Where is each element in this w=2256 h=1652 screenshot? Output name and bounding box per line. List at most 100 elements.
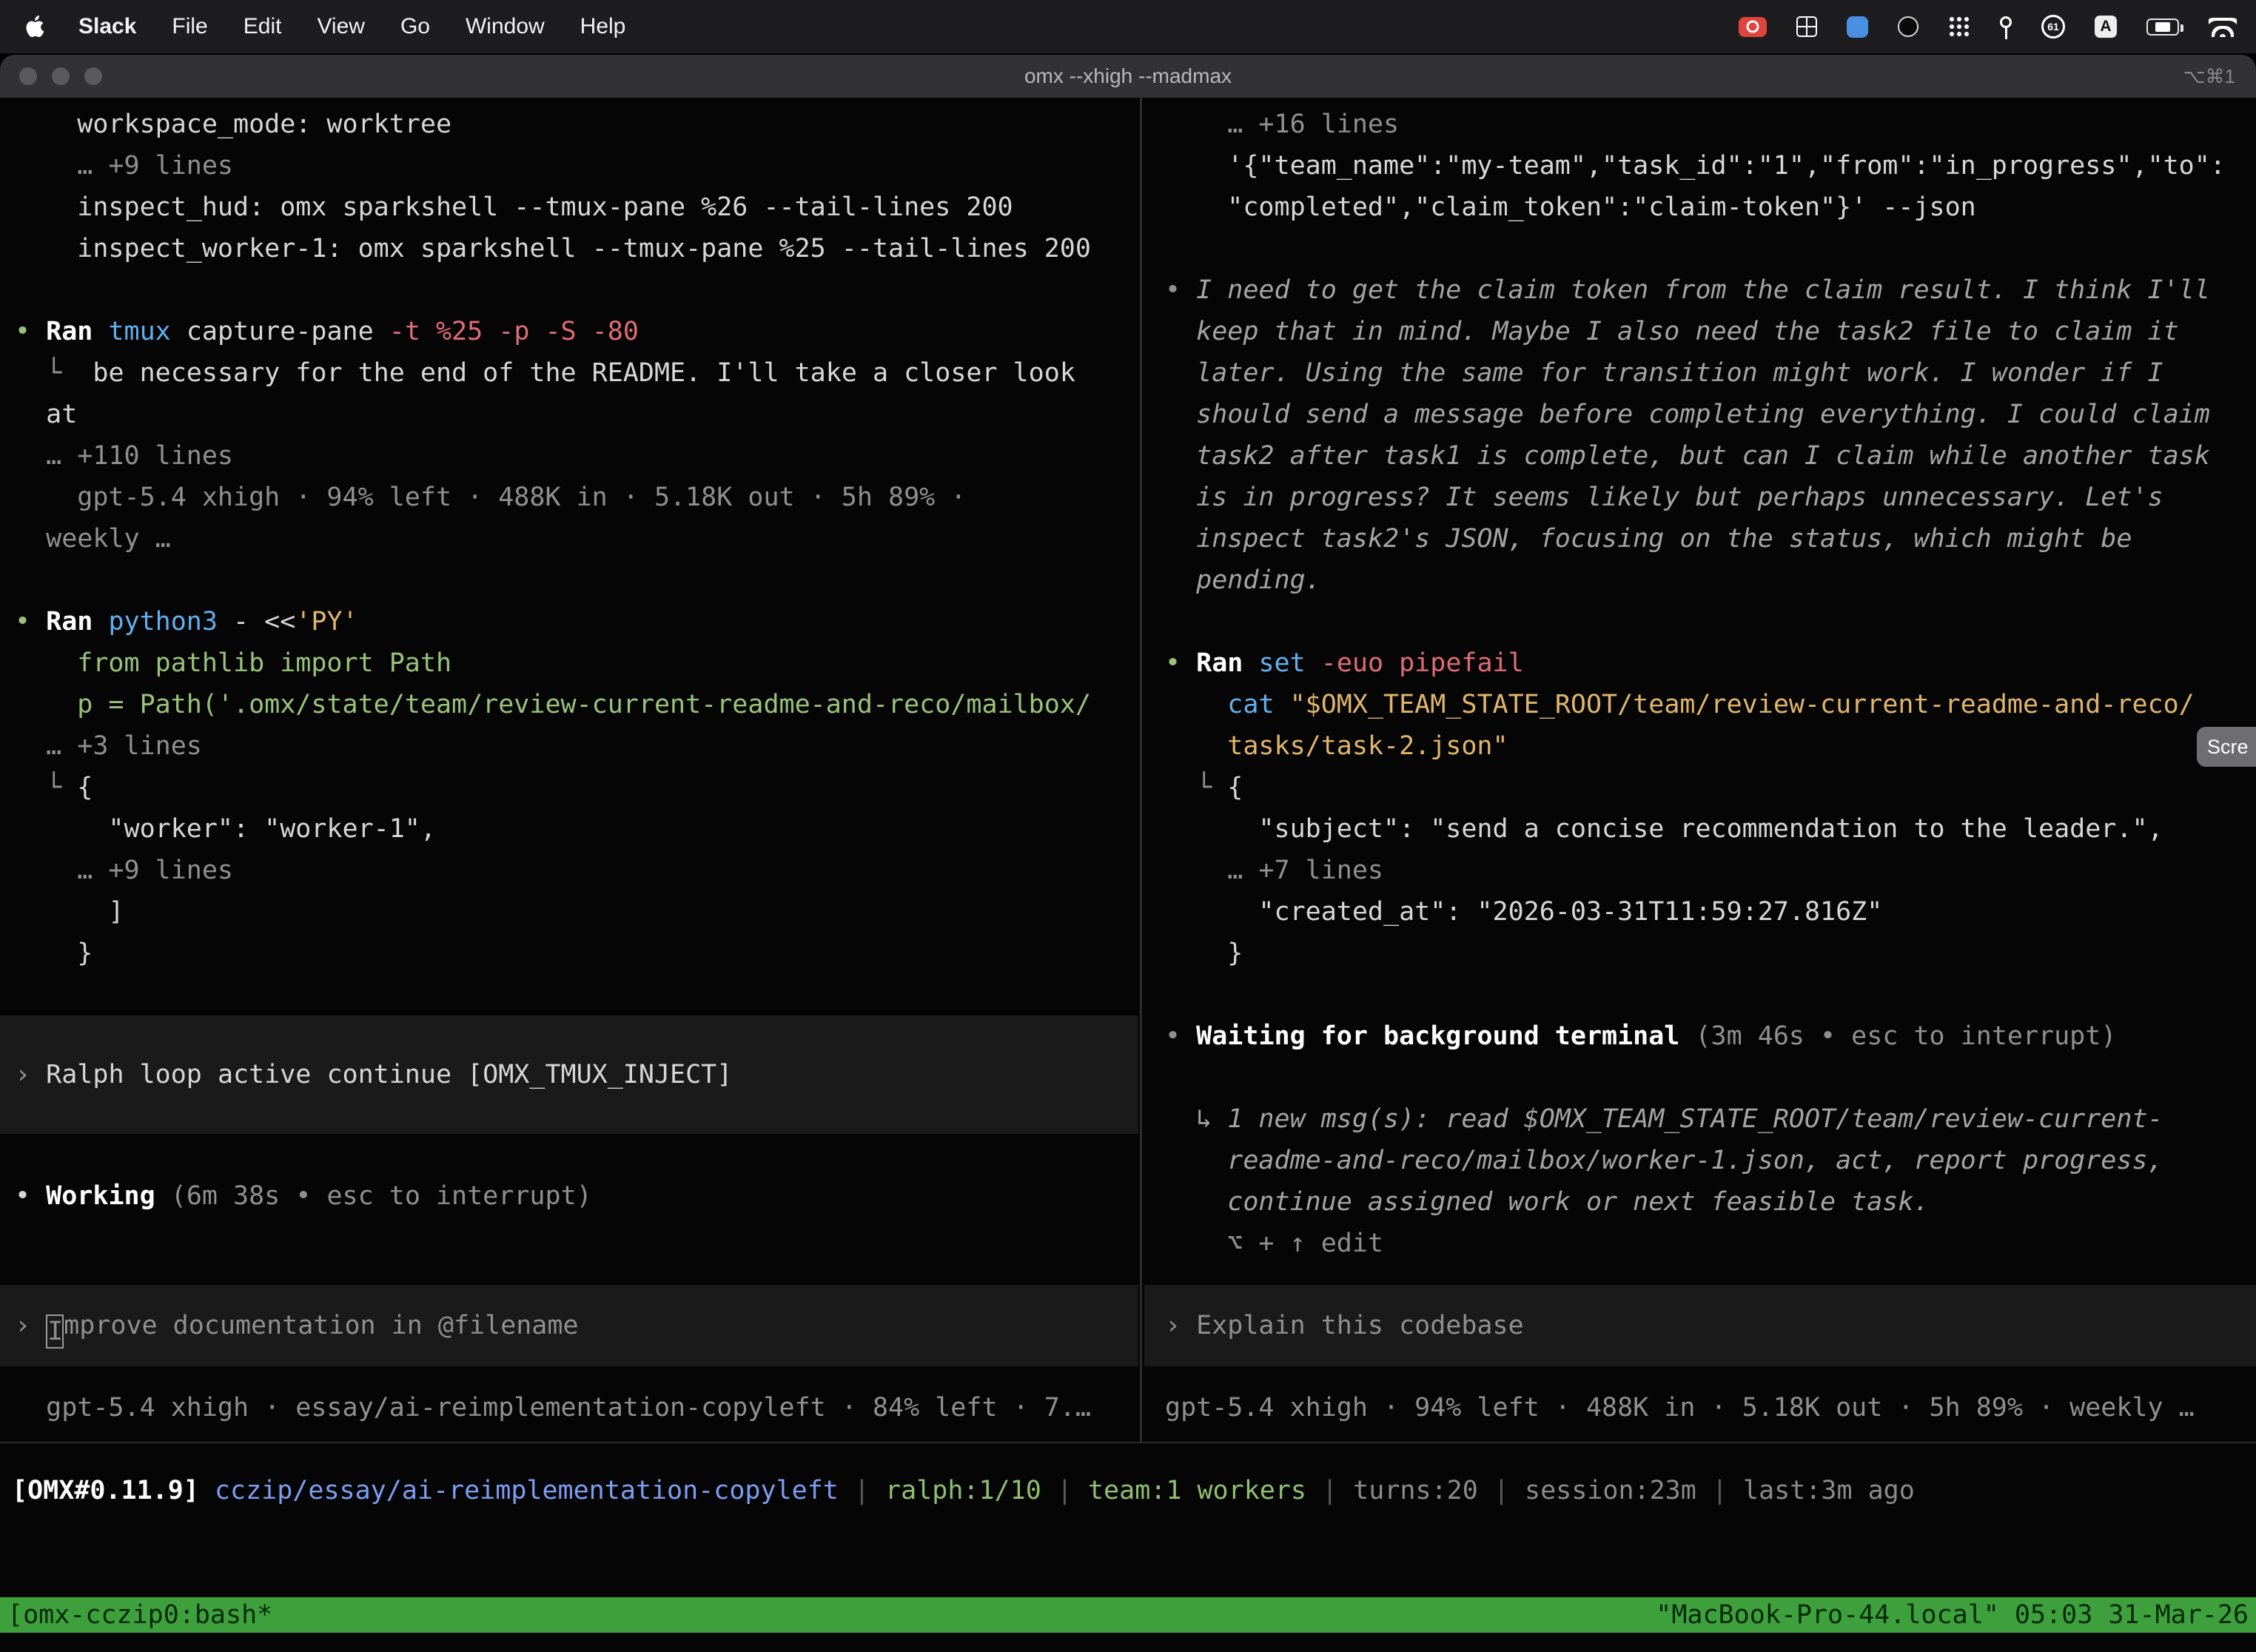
terminal-line: gpt-5.4 xhigh · 94% left · 488K in · 5.1… (1144, 1387, 2256, 1428)
left-terminal-pane: workspace_mode: worktree … +9 lines insp… (0, 98, 1138, 1442)
terminal-line: └ be necessary for the end of the README… (0, 352, 1138, 394)
window-title: omx --xhigh --madmax (1024, 64, 1232, 88)
terminal-line: keep that in mind. Maybe I also need the… (1144, 311, 2256, 352)
tmux-host-clock: "MacBook-Pro-44.local" 05:03 31-Mar-26 (1656, 1600, 2249, 1630)
terminal-line: inspect task2's JSON, focusing on the st… (1144, 518, 2256, 560)
traffic-lights (19, 67, 102, 85)
terminal-line: "worker": "worker-1", (0, 808, 1138, 850)
terminal-line: … +7 lines (1144, 850, 2256, 891)
model-status-line: gpt-5.4 xhigh · essay/ai-reimplementatio… (0, 1387, 1138, 1428)
terminal-line: '{"team_name":"my-team","task_id":"1","f… (1144, 145, 2256, 187)
close-button[interactable] (19, 67, 37, 85)
input-source-icon[interactable]: A (2095, 16, 2117, 38)
omx-hud-line: [OMX#0.11.9] cczip/essay/ai-reimplementa… (12, 1470, 2256, 1511)
terminal-line: } (0, 933, 1138, 974)
terminal-line: • Working (6m 38s • esc to interrupt) (0, 1175, 1138, 1217)
terminal-line: "subject": "send a concise recommendatio… (1144, 808, 2256, 850)
terminal-line: • Ran python3 - <<'PY' (0, 601, 1138, 642)
menu-status-icons: 61 A (1739, 15, 2237, 38)
scrollback: workspace_mode: worktree … +9 lines insp… (0, 104, 1138, 1015)
tmux-status-bar: [omx-cczip0:bash* "MacBook-Pro-44.local"… (0, 1597, 2256, 1633)
terminal-line: continue assigned work or next feasible … (1144, 1181, 2256, 1223)
ralph-loop-notice: › Ralph loop active continue [OMX_TMUX_I… (0, 1015, 1138, 1134)
menu-go[interactable]: Go (383, 14, 448, 39)
model-status-line: gpt-5.4 xhigh · 94% left · 488K in · 5.1… (1144, 1387, 2256, 1428)
dark-circle-app-icon[interactable] (1898, 16, 1918, 37)
wifi-icon[interactable] (2209, 17, 2237, 37)
terminal-line: p = Path('.omx/state/team/review-current… (0, 684, 1138, 725)
terminal-line (1144, 601, 2256, 642)
prompt-line[interactable]: › Explain this codebase (1144, 1305, 2256, 1346)
terminal-line (1144, 228, 2256, 269)
terminal-line: weekly … (0, 518, 1138, 560)
terminal-line: should send a message before completing … (1144, 394, 2256, 435)
terminal-line: … +9 lines (0, 850, 1138, 891)
grid-app-icon[interactable] (1796, 16, 1817, 37)
terminal-window: omx --xhigh --madmax ⌥⌘1 workspace_mode:… (0, 55, 2256, 1652)
menu-file[interactable]: File (154, 14, 225, 39)
window-shortcut-hint: ⌥⌘1 (2183, 65, 2235, 88)
terminal-line: inspect_hud: omx sparkshell --tmux-pane … (0, 187, 1138, 228)
tmux-session-label: [omx-cczip0:bash* (7, 1600, 272, 1630)
key-app-icon[interactable] (2000, 16, 2012, 28)
menu-view[interactable]: View (299, 14, 382, 39)
menu-help[interactable]: Help (563, 14, 644, 39)
terminal-line: … +3 lines (0, 725, 1138, 767)
omx-status-pane: [OMX#0.11.9] cczip/essay/ai-reimplementa… (0, 1443, 2256, 1597)
terminal-line: gpt-5.4 xhigh · 94% left · 488K in · 5.1… (0, 477, 1138, 518)
apple-menu-icon[interactable] (19, 16, 61, 38)
menu-items: SlackFileEditViewGoWindowHelp (61, 14, 643, 39)
screen-notification-fragment[interactable]: Scre (2197, 727, 2256, 767)
terminal-line: • Ran tmux capture-pane -t %25 -p -S -80 (0, 311, 1138, 352)
window-titlebar[interactable]: omx --xhigh --madmax ⌥⌘1 (0, 55, 2256, 98)
terminal-line: workspace_mode: worktree (0, 104, 1138, 145)
terminal-line: tasks/task-2.json" (1144, 725, 2256, 767)
terminal-line (1144, 1057, 2256, 1098)
terminal-line: } (1144, 933, 2256, 974)
zoom-button[interactable] (84, 67, 102, 85)
scrollback: … +16 lines '{"team_name":"my-team","tas… (1144, 104, 2256, 1264)
terminal-line: ] (0, 891, 1138, 933)
composer-input[interactable]: › Improve documentation in @filename (0, 1285, 1138, 1366)
menu-edit[interactable]: Edit (226, 14, 300, 39)
pane-divider-vertical[interactable] (1140, 98, 1142, 1442)
terminal-line (0, 1134, 1138, 1175)
terminal-line (0, 1217, 1138, 1258)
terminal-line: ↳ 1 new msg(s): read $OMX_TEAM_STATE_ROO… (1144, 1098, 2256, 1140)
right-terminal-pane: … +16 lines '{"team_name":"my-team","tas… (1144, 98, 2256, 1442)
terminal-line: later. Using the same for transition mig… (1144, 352, 2256, 394)
terminal-line: … +16 lines (1144, 104, 2256, 145)
menu-window[interactable]: Window (448, 14, 563, 39)
terminal-line: └ { (0, 767, 1138, 808)
menu-slack[interactable]: Slack (61, 14, 154, 39)
terminal-line: at (0, 394, 1138, 435)
terminal-line (1144, 974, 2256, 1015)
terminal-line: from pathlib import Path (0, 642, 1138, 684)
composer-input[interactable]: › Explain this codebase (1144, 1285, 2256, 1366)
terminal-line: … +9 lines (0, 145, 1138, 187)
terminal-line: task2 after task1 is complete, but can I… (1144, 435, 2256, 477)
battery-icon[interactable] (2146, 19, 2179, 36)
blue-app-icon[interactable] (1847, 16, 1868, 38)
terminal-line: "completed","claim_token":"claim-token"}… (1144, 187, 2256, 228)
terminal-line: • Waiting for background terminal (3m 46… (1144, 1015, 2256, 1057)
battery-gauge-icon[interactable]: 61 (2041, 15, 2065, 38)
terminal-line: inspect_worker-1: omx sparkshell --tmux-… (0, 228, 1138, 269)
dots-grid-icon[interactable] (1948, 16, 1970, 38)
terminal-line: "created_at": "2026-03-31T11:59:27.816Z" (1144, 891, 2256, 933)
prompt-line[interactable]: › Improve documentation in @filename (0, 1305, 1138, 1346)
terminal-line (0, 560, 1138, 601)
minimize-button[interactable] (52, 67, 70, 85)
tmux-panes: workspace_mode: worktree … +9 lines insp… (0, 98, 2256, 1442)
terminal-line (0, 974, 1138, 1015)
screen-recording-stop-icon[interactable] (1739, 17, 1767, 37)
terminal-line: • I need to get the claim token from the… (1144, 269, 2256, 311)
prompt-line: › Ralph loop active continue [OMX_TMUX_I… (0, 1054, 1138, 1095)
terminal-line: gpt-5.4 xhigh · essay/ai-reimplementatio… (0, 1387, 1138, 1428)
terminal-line: pending. (1144, 560, 2256, 601)
terminal-line: readme-and-reco/mailbox/worker-1.json, a… (1144, 1140, 2256, 1181)
terminal-line: ⌥ + ↑ edit (1144, 1223, 2256, 1264)
macos-menu-bar: SlackFileEditViewGoWindowHelp 61 A (0, 0, 2256, 53)
terminal-line: • Ran set -euo pipefail (1144, 642, 2256, 684)
terminal-line: └ { (1144, 767, 2256, 808)
